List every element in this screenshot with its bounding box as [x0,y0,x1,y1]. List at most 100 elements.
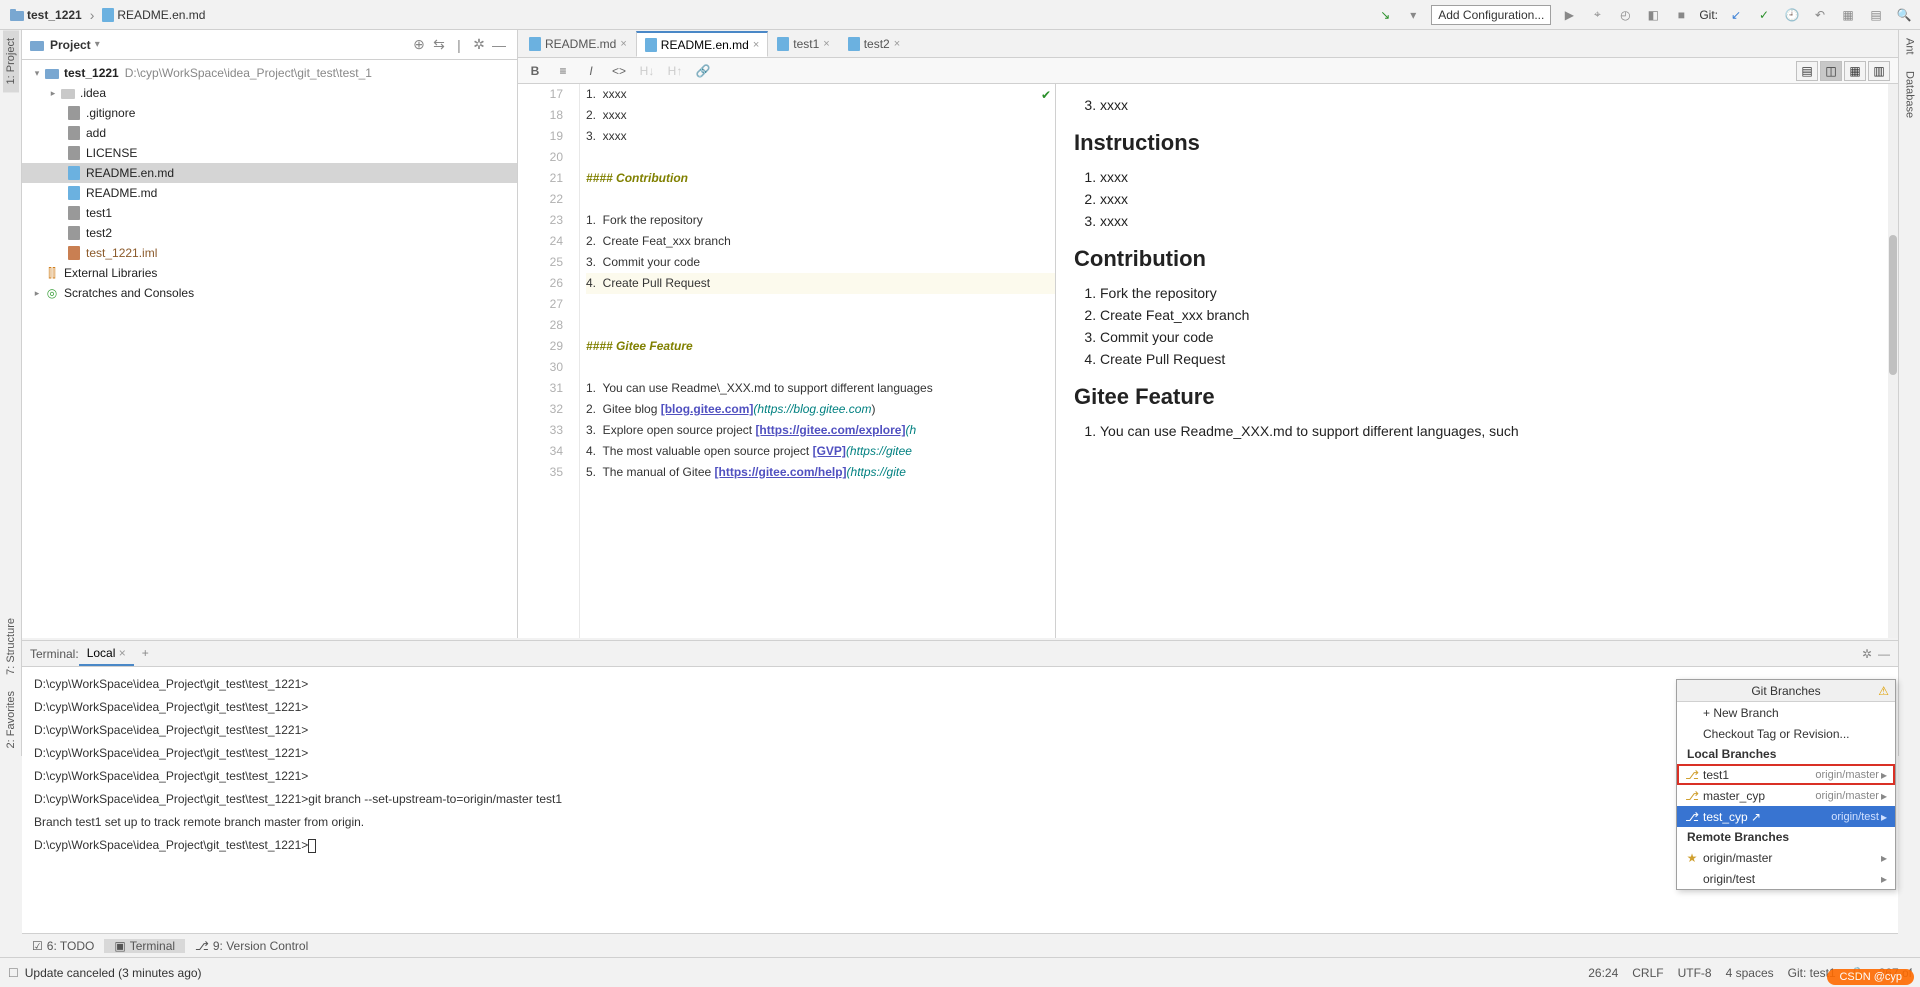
tree-file-readme-en[interactable]: README.en.md [22,163,517,183]
tree-file-gitignore[interactable]: .gitignore [22,103,517,123]
preview-scrollbar[interactable] [1888,84,1898,638]
star-icon: ★ [1685,851,1699,865]
project-tree[interactable]: ▾ test_1221 D:\cyp\WorkSpace\idea_Projec… [22,60,517,638]
indent-setting[interactable]: 4 spaces [1726,966,1774,980]
breadcrumb-project-label: test_1221 [27,8,82,22]
search-everywhere-icon[interactable]: 🔍 [1894,5,1914,25]
git-label: Git: [1699,8,1718,22]
breadcrumb-file[interactable]: README.en.md [98,6,209,24]
tree-file-readme[interactable]: README.md [22,183,517,203]
vcs-update-icon[interactable]: ↙ [1726,5,1746,25]
tree-file-add[interactable]: add [22,123,517,143]
editor-source[interactable]: ✔ 17181920212223242526272829303132333435… [518,84,1056,638]
breadcrumb-project[interactable]: test_1221 [6,6,86,24]
editor-tab[interactable]: README.en.md× [636,31,768,57]
local-branch-item[interactable]: ⎇test_cyp ↗origin/test ▸ [1677,806,1895,827]
settings-icon[interactable]: ▤ [1866,5,1886,25]
database-tool-button[interactable]: Database [1902,63,1918,126]
ant-tool-button[interactable]: Ant [1902,30,1918,63]
chevron-down-icon[interactable]: ▾ [95,39,100,50]
run-icon[interactable]: ▶ [1559,5,1579,25]
tree-file-iml[interactable]: test_1221.iml [22,243,517,263]
expand-all-icon[interactable]: ⇆ [429,36,449,53]
vcs-history-icon[interactable]: 🕘 [1782,5,1802,25]
file-encoding[interactable]: UTF-8 [1678,966,1712,980]
favorites-tool-button[interactable]: 2: Favorites [3,683,19,756]
tree-file-license[interactable]: LICENSE [22,143,517,163]
close-icon[interactable]: × [823,38,829,50]
code-button[interactable]: <> [610,64,628,78]
preview-view-button-2[interactable]: ▥ [1868,61,1890,81]
line-gutter[interactable]: 17181920212223242526272829303132333435 [518,84,580,638]
locate-icon[interactable]: ⊕ [409,36,429,53]
chevron-down-icon[interactable]: ▾ [30,68,44,79]
checkout-tag-action[interactable]: Checkout Tag or Revision... [1677,723,1895,744]
right-tool-stripe: Ant Database [1898,30,1920,756]
config-chevron-icon[interactable]: ▾ [1403,5,1423,25]
tree-scratches[interactable]: ▸ ◎ Scratches and Consoles [22,283,517,303]
hide-icon[interactable]: — [489,37,509,53]
project-header-title[interactable]: Project [50,38,91,52]
local-branch-item[interactable]: ⎇test1origin/master ▸ [1677,764,1895,785]
preview-only-view-button[interactable]: ▦ [1844,61,1866,81]
terminal-content[interactable]: D:\cyp\WorkSpace\idea_Project\git_test\t… [22,667,1898,940]
caret-position[interactable]: 26:24 [1588,966,1618,980]
bold-button[interactable]: B [526,64,544,78]
local-branch-item[interactable]: ⎇master_cyporigin/master ▸ [1677,785,1895,806]
tree-folder-idea[interactable]: ▸ .idea [22,83,517,103]
inspection-status-icon[interactable]: ✔ [1041,88,1051,102]
project-root[interactable]: ▾ test_1221 D:\cyp\WorkSpace\idea_Projec… [22,63,517,83]
tree-external-libs[interactable]: ⫿⫿ External Libraries [22,263,517,283]
project-view-icon [30,39,44,51]
editor-tab[interactable]: test2× [839,31,909,57]
structure-tool-button[interactable]: 7: Structure [3,610,19,683]
add-configuration-button[interactable]: Add Configuration... [1431,5,1551,25]
close-icon[interactable]: × [894,38,900,50]
markdown-file-icon [102,8,114,22]
chevron-right-icon: ▸ [1881,768,1887,782]
tree-file-test1[interactable]: test1 [22,203,517,223]
gear-icon[interactable]: ✲ [469,36,489,53]
version-control-tool-button[interactable]: ⎇9: Version Control [185,939,318,953]
vcs-revert-icon[interactable]: ↶ [1810,5,1830,25]
terminal-title: Terminal: [30,647,79,661]
chevron-right-icon[interactable]: ▸ [46,88,60,99]
editor-tab[interactable]: README.md× [520,31,636,57]
header-down-button[interactable]: H↓ [638,64,656,78]
todo-tool-button[interactable]: ☑6: TODO [22,939,104,953]
hide-icon[interactable]: — [1878,647,1890,661]
chevron-right-icon[interactable]: ▸ [30,288,44,299]
remote-branch-item[interactable]: origin/test▸ [1677,868,1895,889]
scrollbar-thumb[interactable] [1889,235,1897,375]
new-branch-action[interactable]: + New Branch [1677,702,1895,723]
editor-tab[interactable]: test1× [768,31,838,57]
link-button[interactable]: 🔗 [694,64,712,78]
chevron-right-icon: ▸ [1881,810,1887,824]
close-icon[interactable]: × [119,646,126,660]
terminal-tab-local[interactable]: Local × [79,642,134,666]
italic-button[interactable]: I [582,64,600,78]
project-tool-button[interactable]: 1: Project [3,30,19,92]
gear-icon[interactable]: ✲ [1862,647,1872,661]
remote-branch-item[interactable]: ★origin/master▸ [1677,847,1895,868]
debug-icon[interactable]: ⌖ [1587,5,1607,25]
code-content[interactable]: 1. xxxx2. xxxx3. xxxx #### Contribution … [580,84,1055,638]
close-icon[interactable]: × [753,39,759,51]
editor-only-view-button[interactable]: ▤ [1796,61,1818,81]
build-icon[interactable]: ↘ [1375,5,1395,25]
vcs-commit-icon[interactable]: ✓ [1754,5,1774,25]
stop-icon[interactable]: ■ [1671,5,1691,25]
header-up-button[interactable]: H↑ [666,64,684,78]
strikethrough-button[interactable]: ≡ [554,64,572,78]
terminal-new-tab-button[interactable]: + [134,642,157,666]
tree-file-test2[interactable]: test2 [22,223,517,243]
statusbar-icon[interactable]: ☐ [8,966,19,980]
warning-icon[interactable]: ⚠ [1878,684,1889,698]
close-icon[interactable]: × [620,38,626,50]
coverage-icon[interactable]: ◴ [1615,5,1635,25]
project-structure-icon[interactable]: ▦ [1838,5,1858,25]
profile-icon[interactable]: ◧ [1643,5,1663,25]
terminal-tool-button[interactable]: ▣Terminal [104,939,185,953]
split-view-button[interactable]: ◫ [1820,61,1842,81]
line-separator[interactable]: CRLF [1632,966,1663,980]
